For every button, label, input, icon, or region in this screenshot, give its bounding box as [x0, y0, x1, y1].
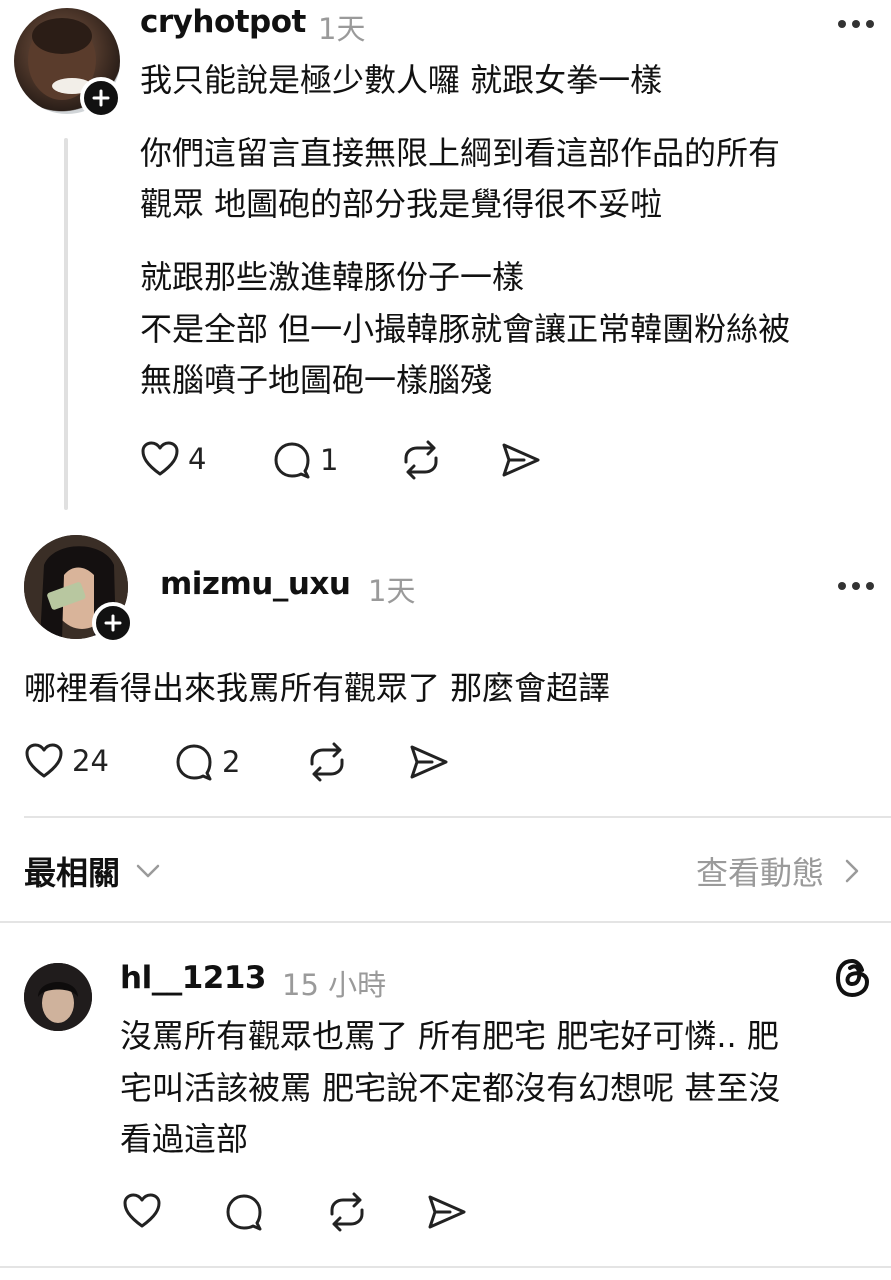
like-button[interactable]: 4 — [140, 440, 206, 478]
share-button[interactable] — [408, 742, 450, 782]
threads-logo-icon[interactable] — [832, 956, 874, 1004]
repost-icon — [404, 440, 438, 480]
comment-text-line: 無腦噴子地圖砲一樣腦殘 — [140, 361, 493, 399]
username[interactable]: hl__1213 — [120, 960, 266, 996]
divider — [24, 816, 891, 818]
sort-label: 最相關 — [24, 854, 121, 892]
reply-count: 1 — [320, 443, 339, 477]
avatar[interactable] — [24, 963, 92, 1031]
comment-text-line: 沒罵所有觀眾也罵了 所有肥宅 肥宅好可憐.. 肥 — [120, 1017, 779, 1055]
send-icon — [502, 443, 540, 477]
repost-button[interactable] — [306, 742, 348, 782]
reply-count: 2 — [222, 745, 241, 779]
like-button[interactable] — [122, 1192, 162, 1230]
repost-button[interactable] — [326, 1192, 368, 1232]
comment-text-line: 不是全部 但一小撮韓豚就會讓正常韓團粉絲被 — [140, 310, 791, 348]
heart-icon — [25, 743, 63, 778]
thread-line — [64, 138, 68, 510]
follow-plus-icon[interactable] — [92, 602, 134, 644]
follow-plus-icon[interactable] — [80, 77, 122, 119]
repost-icon — [330, 1192, 364, 1232]
timestamp: 1天 — [368, 574, 416, 608]
like-count: 4 — [188, 442, 207, 476]
like-count: 24 — [72, 744, 109, 778]
comment-text-line: 觀眾 地圖砲的部分我是覺得很不妥啦 — [140, 185, 663, 223]
comment-text-line: 看過這部 — [120, 1120, 249, 1158]
chevron-down-icon — [136, 864, 160, 878]
divider — [0, 1266, 891, 1268]
share-button[interactable] — [500, 440, 542, 480]
share-button[interactable] — [426, 1192, 468, 1232]
divider — [0, 921, 891, 923]
more-dots-icon[interactable] — [838, 20, 874, 28]
send-icon — [428, 1195, 466, 1229]
heart-icon — [141, 441, 179, 476]
view-activity-link[interactable]: 查看動態 — [696, 848, 862, 894]
comment-icon — [176, 744, 212, 781]
reply-button[interactable]: 2 — [174, 742, 240, 782]
comment-text-line: 哪裡看得出來我罵所有觀眾了 那麼會超譯 — [24, 669, 611, 707]
comment-text-line: 就跟那些激進韓豚份子一樣 — [140, 258, 525, 296]
comment-icon — [274, 442, 310, 479]
avatar-image — [24, 963, 92, 1031]
chevron-right-icon — [845, 859, 859, 883]
username[interactable]: mizmu_uxu — [160, 566, 351, 602]
comment-icon — [226, 1194, 262, 1231]
reply-button[interactable]: 1 — [272, 440, 338, 480]
more-dots-icon[interactable] — [838, 582, 874, 590]
like-button[interactable]: 24 — [24, 742, 109, 780]
send-icon — [410, 745, 448, 779]
repost-button[interactable] — [400, 440, 442, 480]
timestamp: 15 小時 — [282, 968, 387, 1002]
repost-icon — [310, 742, 344, 782]
sort-dropdown[interactable]: 最相關 — [24, 848, 162, 894]
view-activity-label: 查看動態 — [696, 854, 825, 892]
timestamp: 1天 — [318, 12, 366, 46]
reply-button[interactable] — [224, 1192, 264, 1232]
comment-text-line: 宅叫活該被罵 肥宅說不定都沒有幻想呢 甚至沒 — [120, 1069, 781, 1107]
comment-text-line: 你們這留言直接無限上綱到看這部作品的所有 — [140, 134, 781, 172]
comment-text-line: 我只能說是極少數人囉 就跟女拳一樣 — [140, 61, 663, 99]
heart-icon — [123, 1193, 161, 1228]
username[interactable]: cryhotpot — [140, 4, 306, 40]
